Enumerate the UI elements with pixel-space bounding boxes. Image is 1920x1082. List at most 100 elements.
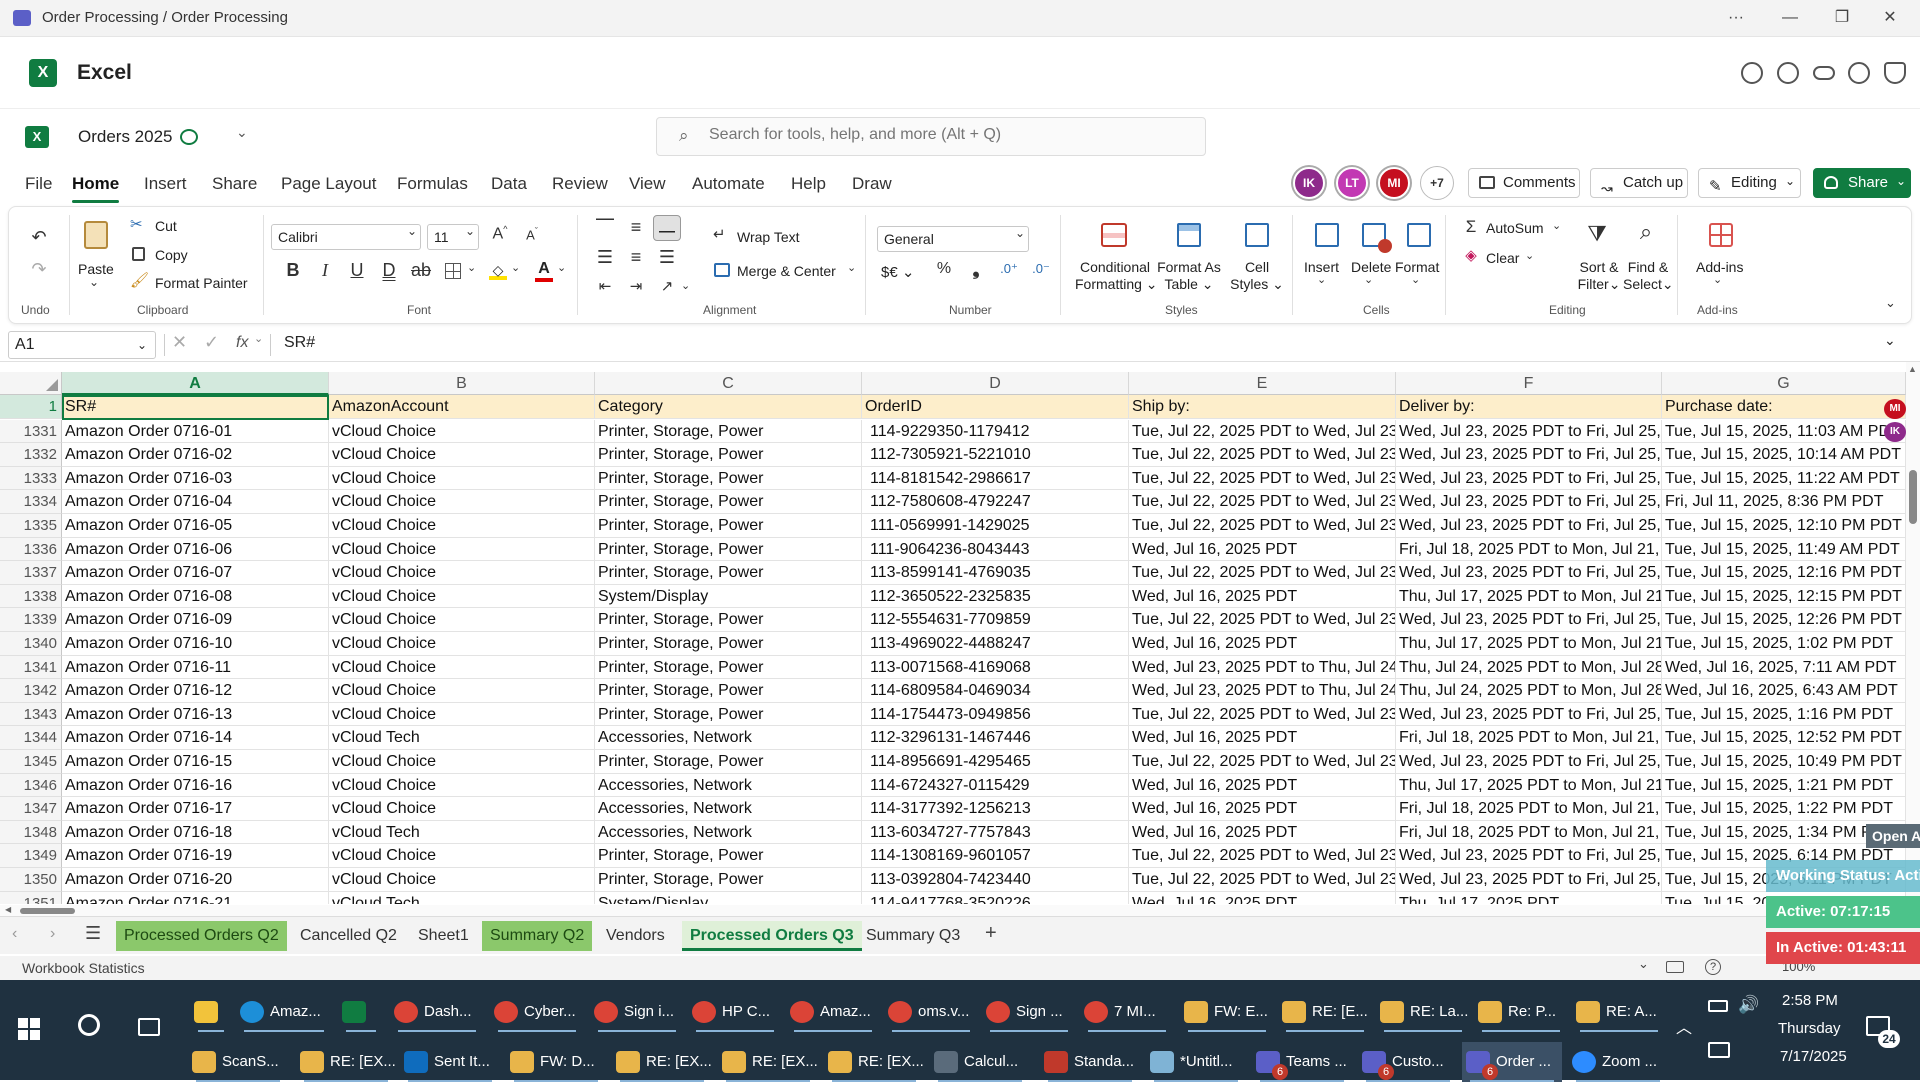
table-cell[interactable]: 113-8599141-4769035 bbox=[862, 561, 1129, 585]
table-cell[interactable]: 114-9229350-1179412 bbox=[862, 419, 1129, 444]
orientation-icon[interactable]: ↗ bbox=[656, 277, 678, 295]
table-cell[interactable]: 112-7580608-4792247 bbox=[862, 490, 1129, 514]
maximize-button[interactable]: ❐ bbox=[1822, 4, 1862, 32]
undo-icon[interactable]: ↶ bbox=[27, 227, 51, 248]
taskbar-app-button[interactable]: Dash... bbox=[390, 992, 484, 1032]
shield-icon[interactable] bbox=[1884, 62, 1906, 84]
horizontal-scrollbar[interactable]: ◀ bbox=[0, 905, 1906, 916]
row-header[interactable]: 1346 bbox=[0, 773, 62, 798]
tab-automate[interactable]: Automate bbox=[692, 174, 765, 194]
table-cell[interactable]: Wed, Jul 23, 2025 PDT to Fri, Jul 25, 20 bbox=[1396, 443, 1662, 467]
chevron-down-icon[interactable]: ⌄ bbox=[236, 124, 248, 141]
table-cell[interactable]: Amazon Order 0716-21 bbox=[62, 891, 329, 904]
table-cell[interactable]: Wed, Jul 23, 2025 PDT to Fri, Jul 25, 20 bbox=[1396, 608, 1662, 632]
tab-review[interactable]: Review bbox=[552, 174, 608, 194]
tab-share[interactable]: Share bbox=[212, 174, 257, 194]
table-cell[interactable]: Tue, Jul 22, 2025 PDT to Wed, Jul 23, 2 bbox=[1129, 490, 1396, 514]
taskbar-time[interactable]: 2:58 PM bbox=[1782, 992, 1838, 1009]
taskbar-app-button[interactable]: 7 MI... bbox=[1080, 992, 1174, 1032]
table-cell[interactable]: Amazon Order 0716-12 bbox=[62, 679, 329, 703]
chevron-down-icon[interactable]: ⌄ bbox=[511, 261, 520, 274]
show-hidden-icons[interactable]: ︿ bbox=[1676, 1014, 1692, 1038]
number-format-select[interactable]: General bbox=[877, 226, 1029, 252]
table-cell[interactable]: Thu, Jul 17, 2025 PDT to Mon, Jul 21, 2 bbox=[1396, 773, 1662, 798]
refresh-icon[interactable] bbox=[1777, 62, 1799, 84]
taskbar-app-button[interactable] bbox=[338, 992, 384, 1032]
network-icon[interactable] bbox=[1708, 1042, 1730, 1058]
row-header[interactable]: 1351 bbox=[0, 891, 62, 904]
table-cell[interactable]: Thu, Jul 17, 2025 PDT to Mon, Jul 21, 2 bbox=[1396, 584, 1662, 609]
avatar[interactable]: LT bbox=[1336, 167, 1368, 199]
table-cell[interactable]: Tue, Jul 15, 2025, 12:15 PM PDT bbox=[1662, 584, 1906, 609]
column-header-a[interactable]: A bbox=[62, 372, 329, 395]
table-cell[interactable]: Printer, Storage, Power bbox=[595, 537, 862, 562]
chat-icon[interactable] bbox=[1741, 62, 1763, 84]
table-cell[interactable]: vCloud Choice bbox=[329, 419, 595, 444]
strikethrough-icon[interactable]: ab bbox=[411, 260, 431, 281]
table-cell[interactable]: Printer, Storage, Power bbox=[595, 750, 862, 774]
increase-decimal-icon[interactable]: .0⁺ bbox=[999, 261, 1019, 277]
more-options-icon[interactable]: ··· bbox=[1716, 4, 1756, 32]
chevron-down-icon[interactable]: ⌄ bbox=[1411, 273, 1420, 286]
table-cell[interactable]: Printer, Storage, Power bbox=[595, 443, 862, 467]
table-cell[interactable]: Tue, Jul 15, 2025, 10:14 AM PDT bbox=[1662, 443, 1906, 467]
table-cell[interactable]: Wed, Jul 16, 2025 PDT bbox=[1129, 726, 1396, 750]
table-cell[interactable]: 113-4969022-4488247 bbox=[862, 632, 1129, 656]
table-cell[interactable]: vCloud Choice bbox=[329, 773, 595, 798]
table-cell[interactable]: vCloud Tech bbox=[329, 891, 595, 904]
table-cell[interactable]: vCloud Choice bbox=[329, 844, 595, 868]
table-cell[interactable]: Thu, Jul 17, 2025 PDT bbox=[1396, 891, 1662, 904]
scroll-up-arrow-icon[interactable]: ▲ bbox=[1908, 364, 1917, 374]
more-collaborators[interactable]: +7 bbox=[1421, 167, 1453, 199]
link-icon[interactable] bbox=[1813, 66, 1835, 80]
chevron-down-icon[interactable]: ⌄ bbox=[1525, 249, 1534, 262]
table-cell[interactable]: Tue, Jul 22, 2025 PDT to Wed, Jul 23, 2 bbox=[1129, 466, 1396, 491]
row-header[interactable]: 1334 bbox=[0, 490, 62, 514]
table-cell[interactable]: Wed, Jul 23, 2025 PDT to Fri, Jul 25, 20 bbox=[1396, 561, 1662, 585]
table-cell[interactable]: 112-7305921-5221010 bbox=[862, 443, 1129, 467]
table-cell[interactable]: Fri, Jul 11, 2025, 8:36 PM PDT bbox=[1662, 490, 1906, 514]
row-header[interactable]: 1335 bbox=[0, 514, 62, 538]
table-cell[interactable]: Printer, Storage, Power bbox=[595, 514, 862, 538]
italic-icon[interactable]: I bbox=[315, 260, 335, 281]
row-header[interactable]: 1349 bbox=[0, 844, 62, 868]
table-cell[interactable]: 112-5554631-7709859 bbox=[862, 608, 1129, 632]
table-cell[interactable]: Amazon Order 0716-20 bbox=[62, 868, 329, 892]
taskbar-app-button[interactable] bbox=[190, 992, 232, 1032]
table-cell[interactable]: Wed, Jul 23, 2025 PDT to Fri, Jul 25, 20 bbox=[1396, 702, 1662, 727]
taskbar-app-button[interactable]: Teams ... 6 bbox=[1252, 1042, 1352, 1082]
spreadsheet-grid[interactable]: ABCDEFG 1 SR# AmazonAccount Category OrderID… bbox=[0, 372, 1906, 904]
column-header-d[interactable]: D bbox=[862, 372, 1129, 395]
row-header[interactable]: 1332 bbox=[0, 443, 62, 467]
chevron-down-icon[interactable]: ⌄ bbox=[847, 261, 856, 274]
table-cell[interactable]: Tue, Jul 15, 2025, 1:22 PM PDT bbox=[1662, 797, 1906, 821]
table-cell[interactable]: Tue, Jul 22, 2025 PDT to Wed, Jul 23, 2 bbox=[1129, 868, 1396, 892]
info-icon[interactable] bbox=[1848, 62, 1870, 84]
redo-icon[interactable]: ↷ bbox=[27, 259, 51, 280]
table-cell[interactable]: 113-0392804-7423440 bbox=[862, 868, 1129, 892]
align-bottom-icon[interactable]: ⎽ bbox=[653, 215, 681, 241]
row-header[interactable]: 1337 bbox=[0, 561, 62, 585]
chevron-down-icon[interactable]: ⌄ bbox=[1713, 273, 1722, 286]
search-input[interactable] bbox=[709, 126, 1189, 144]
table-cell[interactable]: 114-1308169-9601057 bbox=[862, 844, 1129, 868]
add-sheet-icon[interactable]: + bbox=[985, 922, 997, 945]
chevron-down-icon[interactable]: ⌄ bbox=[681, 279, 690, 292]
document-name[interactable]: Orders 2025 bbox=[78, 127, 173, 147]
table-cell[interactable]: vCloud Choice bbox=[329, 868, 595, 892]
borders-icon[interactable] bbox=[445, 263, 461, 279]
taskbar-app-button[interactable]: RE: [E... bbox=[1278, 992, 1372, 1032]
table-cell[interactable]: Tue, Jul 22, 2025 PDT to Wed, Jul 23, 2 bbox=[1129, 443, 1396, 467]
row-header[interactable]: 1 bbox=[0, 395, 62, 419]
table-cell[interactable]: Wed, Jul 23, 2025 PDT to Fri, Jul 25, 20 bbox=[1396, 844, 1662, 868]
copy-button[interactable]: Copy bbox=[155, 247, 188, 263]
taskbar-app-button[interactable]: FW: D... bbox=[506, 1042, 606, 1082]
table-cell[interactable]: Wed, Jul 16, 2025, 6:43 AM PDT bbox=[1662, 679, 1906, 703]
search-icon[interactable] bbox=[78, 1014, 100, 1036]
taskbar-app-button[interactable]: RE: [EX... bbox=[296, 1042, 396, 1082]
table-cell[interactable]: Fri, Jul 18, 2025 PDT to Mon, Jul 21, 20 bbox=[1396, 537, 1662, 562]
table-cell[interactable]: Printer, Storage, Power bbox=[595, 561, 862, 585]
share-button[interactable]: Share ⌄ bbox=[1813, 168, 1911, 198]
row-header[interactable]: 1331 bbox=[0, 419, 62, 444]
column-header-f[interactable]: F bbox=[1396, 372, 1662, 395]
